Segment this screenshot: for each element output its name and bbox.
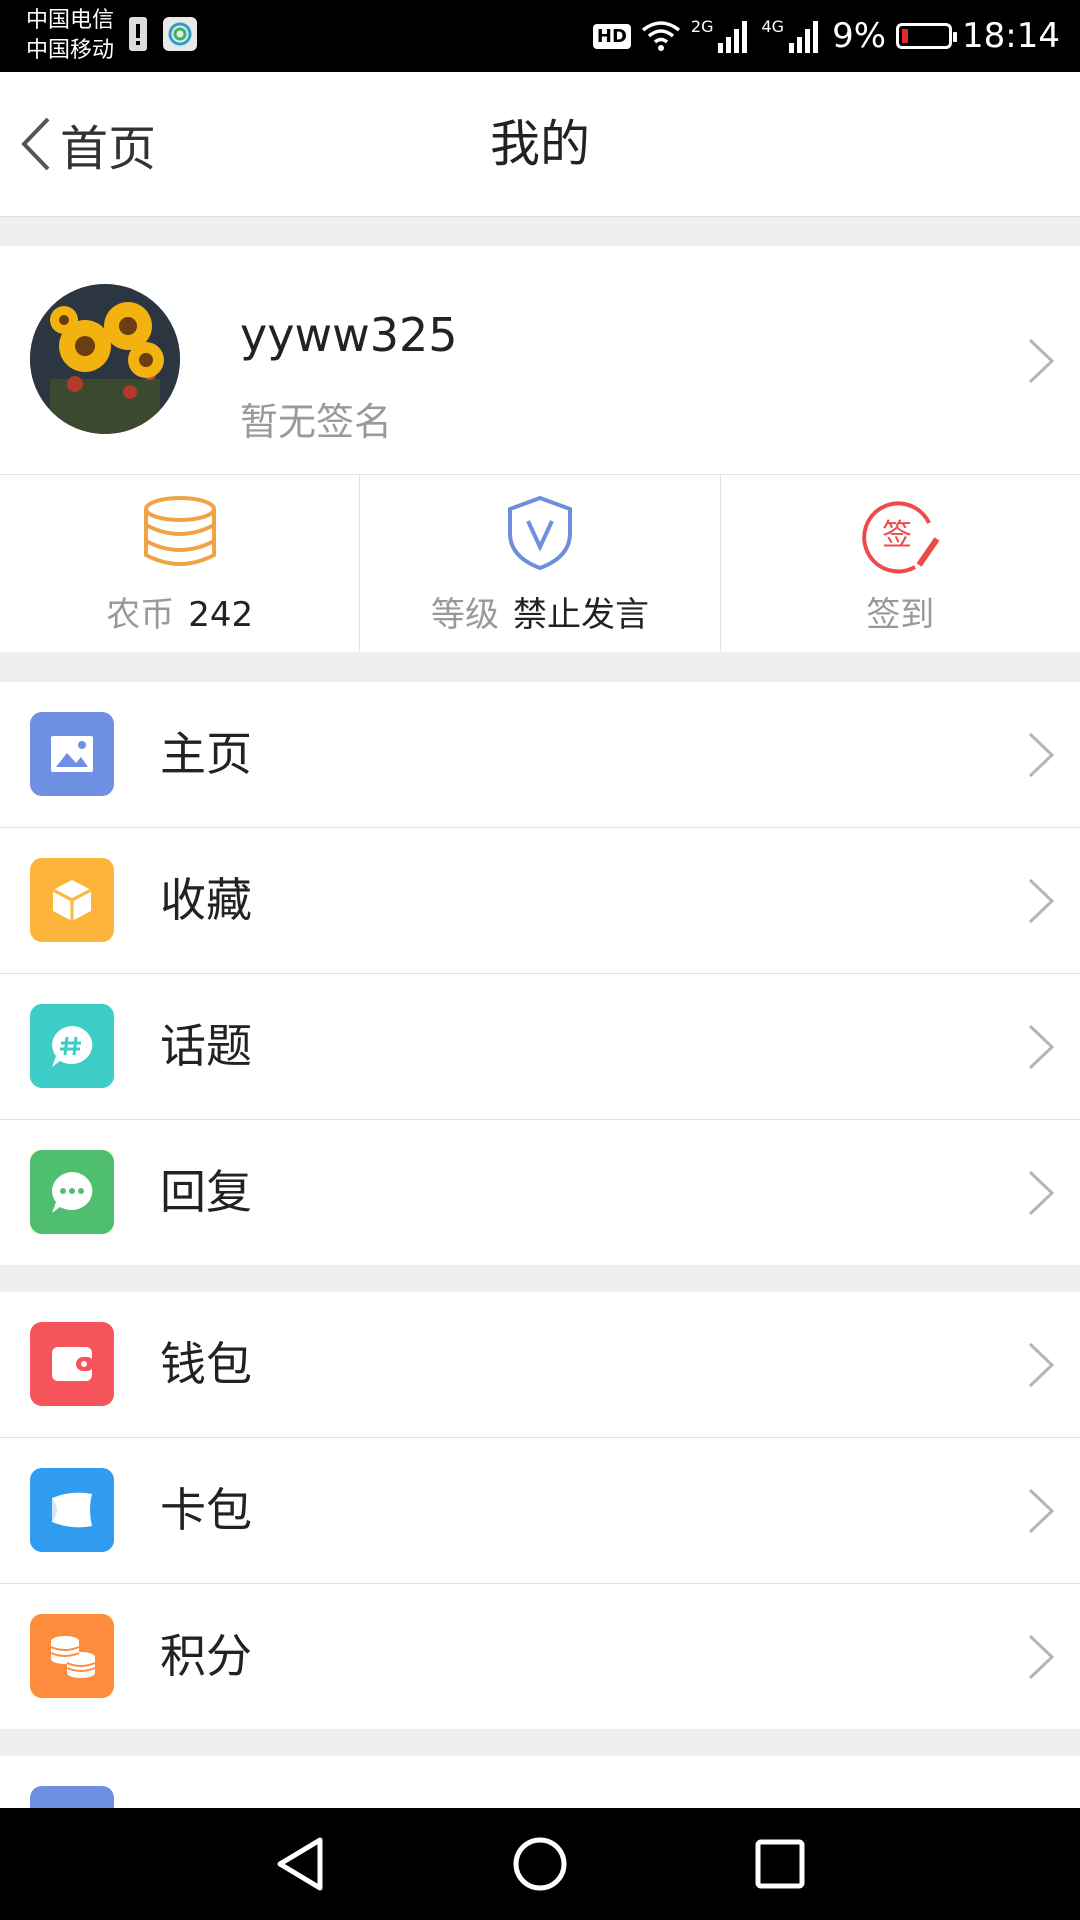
menu-item-wallet[interactable]: 钱包 <box>0 1292 1080 1438</box>
username: yyww325 <box>240 308 458 362</box>
checkin-icon-char: 签 <box>882 518 912 553</box>
shield-icon <box>507 495 572 571</box>
stats-row: 农币 242 等级 禁止发言 签 签到 <box>0 475 1080 652</box>
menu-group-assets: 钱包 卡包 积分 <box>0 1292 1080 1729</box>
chevron-right-icon <box>1028 1488 1055 1534</box>
page-title: 我的 <box>490 115 590 173</box>
carrier-info: 中国电信 中国移动 <box>26 6 114 66</box>
menu-item-points[interactable]: 积分 <box>0 1584 1080 1729</box>
profile-card[interactable]: yyww325 暂无签名 <box>0 246 1080 475</box>
signature: 暂无签名 <box>240 400 393 444</box>
coin-stat[interactable]: 农币 242 <box>0 475 359 652</box>
status-bar: 中国电信 中国移动 HD 2G 4G 9% 18:14 <box>0 0 1080 72</box>
menu-label: 卡包 <box>160 1483 252 1537</box>
hd-badge: HD <box>592 23 631 49</box>
menu-group-activity: 主页 收藏 话题 回复 <box>0 682 1080 1265</box>
level-label: 等级 <box>430 595 499 635</box>
menu-label: 话题 <box>160 1019 252 1073</box>
wallet-icon <box>30 1322 114 1406</box>
menu-item-replies[interactable]: 回复 <box>0 1120 1080 1265</box>
carrier-mobile: 中国移动 <box>26 38 115 63</box>
chevron-right-icon <box>1028 1024 1055 1070</box>
system-nav-bar <box>0 1808 1080 1920</box>
chevron-right-icon <box>1028 878 1055 924</box>
battery-icon <box>896 23 958 49</box>
reply-icon <box>30 1150 114 1234</box>
title-bar: 首页 我的 <box>0 72 1080 217</box>
menu-label: 主页 <box>160 727 252 781</box>
coin-value: 242 <box>188 595 254 635</box>
chevron-right-icon <box>1028 1170 1055 1216</box>
notification-icons <box>128 16 198 52</box>
card-icon <box>30 1468 114 1552</box>
network-4g-label: 4G <box>761 16 785 36</box>
checkin-icon: 签 <box>862 501 940 574</box>
checkin-label: 签到 <box>866 595 935 635</box>
coin-label: 农币 <box>106 595 175 635</box>
sunflower-avatar-image <box>30 284 180 434</box>
level-value: 禁止发言 <box>512 595 649 635</box>
menu-item-favorites[interactable]: 收藏 <box>0 828 1080 974</box>
clock: 18:14 <box>962 16 1060 56</box>
menu-label: 收藏 <box>160 873 252 927</box>
avatar <box>30 284 180 434</box>
chevron-right-icon <box>1028 338 1055 384</box>
wifi-icon <box>641 21 680 51</box>
nav-home-icon[interactable] <box>510 1834 570 1894</box>
menu-item-homepage[interactable]: 主页 <box>0 682 1080 828</box>
signal-4g-icon <box>789 21 819 53</box>
carrier-telecom: 中国电信 <box>26 8 115 33</box>
menu-item-card-wallet[interactable]: 卡包 <box>0 1438 1080 1584</box>
menu-label: 钱包 <box>160 1337 252 1391</box>
menu-group-more <box>0 1756 1080 1808</box>
menu-label: 回复 <box>160 1165 252 1219</box>
level-stat[interactable]: 等级 禁止发言 <box>359 475 719 652</box>
battery-percent: 9% <box>832 16 887 56</box>
app-notification-icon <box>163 17 197 51</box>
status-right: HD 2G 4G 9% 18:14 <box>592 0 1060 72</box>
points-icon <box>30 1614 114 1698</box>
alert-notification-icon <box>129 17 147 51</box>
network-2g-label: 2G <box>690 16 714 36</box>
menu-label: 积分 <box>160 1629 252 1683</box>
menu-item-topics[interactable]: 话题 <box>0 974 1080 1120</box>
box-icon <box>30 858 114 942</box>
chevron-right-icon <box>1028 1342 1055 1388</box>
partial-menu-icon[interactable] <box>30 1786 114 1808</box>
nav-recents-icon[interactable] <box>752 1834 808 1894</box>
checkin-stat[interactable]: 签 签到 <box>719 475 1080 652</box>
topic-icon <box>30 1004 114 1088</box>
coin-stack-icon <box>143 496 216 566</box>
signal-2g-icon <box>718 21 748 53</box>
image-icon <box>30 712 114 796</box>
chevron-right-icon <box>1028 1634 1055 1680</box>
nav-back-icon[interactable] <box>272 1834 328 1894</box>
chevron-right-icon <box>1028 732 1055 778</box>
